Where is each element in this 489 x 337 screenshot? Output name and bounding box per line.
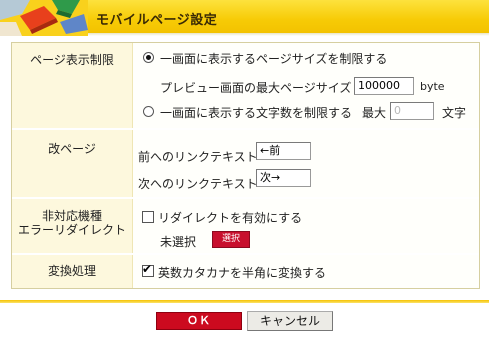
next-link-text-label: 次へのリンクテキスト	[138, 177, 258, 191]
convert-halfwidth-checkbox[interactable]: ✔	[142, 262, 154, 277]
conversion-label: 変換処理	[47, 264, 96, 278]
ok-button[interactable]: ＯＫ	[156, 312, 242, 330]
error-redirect-label-line1: 非対応機種	[41, 209, 102, 223]
select-button[interactable]: 選択	[212, 231, 250, 248]
label-cell-conversion: 変換処理	[12, 255, 133, 288]
preview-size-input[interactable]: 100000	[354, 77, 414, 95]
checkmark-icon: ✔	[142, 262, 153, 276]
label-cell-page-limit: ページ表示制限	[12, 43, 133, 128]
content-cell-page-break: 前へのリンクテキスト ←前 次へのリンクテキスト 次→	[133, 130, 479, 197]
preview-size-label: プレビュー画面の最大ページサイズ	[160, 81, 352, 95]
row-error-redirect: 非対応機種 エラーリダイレクト リダイレクトを有効にする 未選択 選択	[12, 199, 479, 253]
unselected-text: 未選択	[160, 235, 197, 249]
convert-halfwidth-label[interactable]: 英数カタカナを半角に変換する	[158, 264, 326, 281]
label-cell-page-break: 改ページ	[12, 130, 133, 197]
page-title: モバイルページ設定	[96, 13, 218, 28]
page-limit-label: ページ表示制限	[30, 53, 114, 67]
settings-table: ページ表示制限 一画面に表示するページサイズを制限する プレビュー画面の最大ペー…	[11, 42, 480, 289]
row-page-break: 改ページ 前へのリンクテキスト ←前 次へのリンクテキスト 次→	[12, 130, 479, 197]
prev-link-text-input[interactable]: ←前	[256, 142, 311, 160]
radio-limit-chars[interactable]	[143, 106, 154, 117]
cancel-button[interactable]: キャンセル	[247, 311, 333, 331]
label-cell-error-redirect: 非対応機種 エラーリダイレクト	[12, 199, 133, 253]
radio-limit-size[interactable]	[143, 52, 154, 63]
max-chars-input[interactable]: 0	[390, 102, 434, 120]
error-redirect-label-line2: エラーリダイレクト	[17, 223, 126, 237]
content-cell-conversion: ✔ 英数カタカナを半角に変換する	[133, 255, 479, 288]
content-cell-page-limit: 一画面に表示するページサイズを制限する プレビュー画面の最大ページサイズ 100…	[133, 43, 479, 128]
next-link-text-input[interactable]: 次→	[256, 169, 311, 187]
redirect-enable-label[interactable]: リダイレクトを有効にする	[158, 209, 302, 226]
footer-divider	[0, 300, 489, 303]
row-conversion: 変換処理 ✔ 英数カタカナを半角に変換する	[12, 255, 479, 288]
books-logo-icon	[0, 0, 88, 36]
option-limit-size-label[interactable]: 一画面に表示するページサイズを制限する	[160, 50, 387, 67]
option-limit-chars-label[interactable]: 一画面に表示する文字数を制限する	[160, 104, 352, 121]
page-break-label: 改ページ	[48, 142, 96, 156]
max-chars-label: 最大	[362, 106, 387, 120]
preview-size-unit: byte	[420, 80, 445, 93]
content-cell-error-redirect: リダイレクトを有効にする 未選択 選択	[133, 199, 479, 253]
redirect-enable-checkbox[interactable]	[142, 211, 154, 223]
row-page-limit: ページ表示制限 一画面に表示するページサイズを制限する プレビュー画面の最大ペー…	[12, 43, 479, 128]
prev-link-text-label: 前へのリンクテキスト	[138, 150, 258, 164]
max-chars-unit: 文字	[442, 106, 467, 120]
